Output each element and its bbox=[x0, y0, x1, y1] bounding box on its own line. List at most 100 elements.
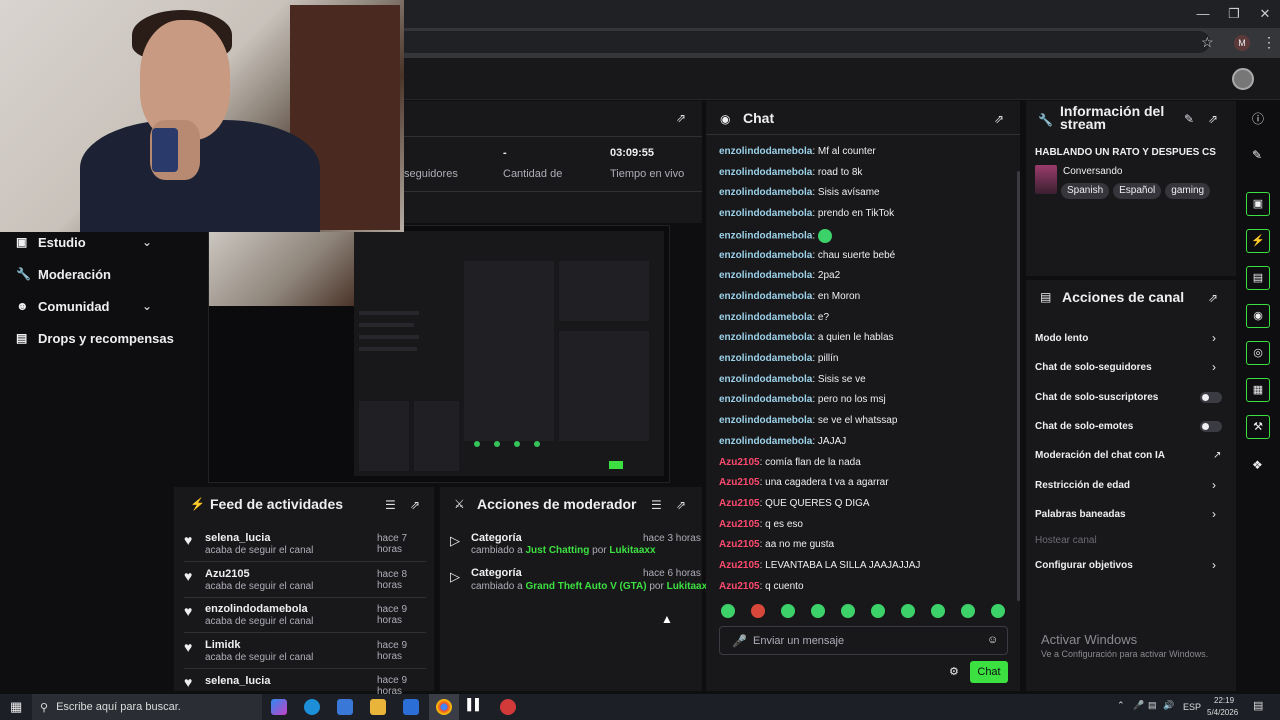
action-banned-words[interactable]: Palabras baneadas bbox=[1035, 509, 1126, 520]
feed-user[interactable]: enzolindodamebola bbox=[205, 603, 308, 615]
settings-gear-icon[interactable]: ⚙ bbox=[949, 665, 959, 678]
popout-icon[interactable]: ⇗ bbox=[676, 498, 686, 512]
chevron-down-icon[interactable]: ⌄ bbox=[142, 299, 152, 313]
edit-pencil-icon[interactable]: ✎ bbox=[1184, 112, 1194, 126]
edge-browser-icon[interactable] bbox=[304, 699, 320, 715]
chat-username[interactable]: enzolindodamebola bbox=[719, 374, 812, 385]
action-slow-mode[interactable]: Modo lento bbox=[1035, 333, 1088, 344]
category-name[interactable]: Conversando bbox=[1063, 166, 1122, 177]
popout-icon[interactable]: ⇗ bbox=[994, 112, 1004, 126]
nav-item-estudio[interactable]: ▣ Estudio bbox=[16, 230, 86, 254]
category-link[interactable]: Just Chatting bbox=[525, 545, 589, 556]
minimize-button[interactable]: — bbox=[1188, 4, 1218, 24]
action-age-restriction[interactable]: Restricción de edad bbox=[1035, 480, 1130, 491]
quick-emote-icon[interactable] bbox=[811, 604, 825, 618]
nav-item-drops[interactable]: ▤ Drops y recompensas bbox=[16, 326, 174, 350]
action-emote-only[interactable]: Chat de solo-emotes bbox=[1035, 421, 1133, 432]
chat-input[interactable]: 🎤 Enviar un mensaje ☺ bbox=[719, 626, 1008, 655]
feed-user[interactable]: Limidk bbox=[205, 639, 240, 651]
tag[interactable]: Spanish bbox=[1061, 183, 1110, 199]
extensions-icon[interactable]: ❖ bbox=[1252, 458, 1263, 472]
popout-icon[interactable]: ⇗ bbox=[1208, 291, 1218, 305]
chat-username[interactable]: enzolindodamebola bbox=[719, 146, 812, 157]
chat-username[interactable]: enzolindodamebola bbox=[719, 394, 812, 405]
chat-username[interactable]: Azu2105 bbox=[719, 498, 760, 509]
quick-emote-icon[interactable] bbox=[841, 604, 855, 618]
chat-send-button[interactable]: Chat bbox=[970, 661, 1008, 683]
chat-username[interactable]: enzolindodamebola bbox=[719, 208, 812, 219]
action-configure-goals[interactable]: Configurar objetivos bbox=[1035, 560, 1133, 571]
info-icon[interactable]: ⓘ bbox=[1252, 110, 1264, 127]
chat-username[interactable]: Azu2105 bbox=[719, 539, 760, 550]
chevron-right-icon[interactable]: › bbox=[1212, 507, 1216, 521]
quick-emote-icon[interactable] bbox=[751, 604, 765, 618]
tray-chevron-icon[interactable]: ⌃ bbox=[1117, 700, 1125, 711]
audio-app-icon[interactable]: ▌▌ bbox=[467, 699, 483, 715]
chat-username[interactable]: enzolindodamebola bbox=[719, 312, 812, 323]
chat-username[interactable]: enzolindodamebola bbox=[719, 436, 812, 447]
chat-username[interactable]: enzolindodamebola bbox=[719, 230, 812, 241]
tray-time[interactable]: 22:19 bbox=[1214, 696, 1234, 705]
file-explorer-icon[interactable] bbox=[370, 699, 386, 715]
chat-username[interactable]: Azu2105 bbox=[719, 457, 760, 468]
address-bar[interactable] bbox=[330, 31, 1210, 53]
close-window-button[interactable]: ✕ bbox=[1250, 4, 1280, 24]
category-boxart[interactable] bbox=[1035, 165, 1057, 194]
taskbar-search[interactable]: ⚲ Escribe aquí para buscar. bbox=[32, 694, 262, 720]
quick-emote-icon[interactable] bbox=[991, 604, 1005, 618]
emote-picker-icon[interactable]: ☺ bbox=[987, 634, 998, 646]
popout-icon[interactable]: ⇗ bbox=[676, 111, 686, 125]
chat-username[interactable]: enzolindodamebola bbox=[719, 291, 812, 302]
rail-button-layout[interactable]: ▦ bbox=[1246, 378, 1270, 402]
chevron-right-icon[interactable]: › bbox=[1212, 360, 1216, 374]
chat-username[interactable]: enzolindodamebola bbox=[719, 187, 812, 198]
rail-button-chat[interactable]: ◉ bbox=[1246, 304, 1270, 328]
chat-username[interactable]: Azu2105 bbox=[719, 560, 760, 571]
stream-preview[interactable] bbox=[208, 225, 670, 483]
copilot-icon[interactable] bbox=[271, 699, 287, 715]
filter-icon[interactable]: ☰ bbox=[651, 498, 662, 512]
chat-username[interactable]: enzolindodamebola bbox=[719, 250, 812, 261]
tray-network-icon[interactable]: ▤ bbox=[1148, 700, 1157, 711]
feed-user[interactable]: Azu2105 bbox=[205, 568, 250, 580]
feed-user[interactable]: selena_lucia bbox=[205, 675, 270, 687]
quick-emote-icon[interactable] bbox=[781, 604, 795, 618]
chat-username[interactable]: enzolindodamebola bbox=[719, 167, 812, 178]
nav-item-comunidad[interactable]: ☻ Comunidad bbox=[16, 294, 110, 318]
filter-icon[interactable]: ☰ bbox=[385, 498, 396, 512]
bookmark-star-icon[interactable]: ☆ bbox=[1201, 34, 1214, 51]
feed-user[interactable]: selena_lucia bbox=[205, 532, 270, 544]
tray-date[interactable]: 5/4/2026 bbox=[1207, 708, 1238, 717]
rail-button-tools[interactable]: ⚒ bbox=[1246, 415, 1270, 439]
tray-mic-icon[interactable]: 🎤 bbox=[1133, 700, 1144, 711]
chrome-icon[interactable] bbox=[436, 699, 452, 715]
tag[interactable]: gaming bbox=[1165, 183, 1211, 199]
action-followers-only[interactable]: Chat de solo-seguidores bbox=[1035, 362, 1152, 373]
quick-emote-icon[interactable] bbox=[721, 604, 735, 618]
rail-button-activity[interactable]: ⚡ bbox=[1246, 229, 1270, 253]
quick-emote-icon[interactable] bbox=[961, 604, 975, 618]
chevron-right-icon[interactable]: › bbox=[1212, 558, 1216, 572]
tray-language[interactable]: ESP bbox=[1183, 702, 1201, 712]
action-subs-only[interactable]: Chat de solo-suscriptores bbox=[1035, 392, 1158, 403]
popout-icon[interactable]: ⇗ bbox=[1208, 112, 1218, 126]
rail-button-notes[interactable]: ▤ bbox=[1246, 266, 1270, 290]
quick-emote-icon[interactable] bbox=[901, 604, 915, 618]
microphone-icon[interactable]: 🎤 bbox=[732, 634, 747, 648]
obs-icon[interactable] bbox=[500, 699, 516, 715]
chevron-right-icon[interactable]: › bbox=[1212, 331, 1216, 345]
emote-only-toggle[interactable] bbox=[1200, 421, 1222, 432]
windows-start-icon[interactable]: ▦ bbox=[10, 699, 22, 715]
chat-username[interactable]: enzolindodamebola bbox=[719, 415, 812, 426]
chat-username[interactable]: enzolindodamebola bbox=[719, 332, 812, 343]
chevron-right-icon[interactable]: › bbox=[1212, 478, 1216, 492]
store-icon[interactable] bbox=[337, 699, 353, 715]
notification-icon[interactable]: ▤ bbox=[1253, 699, 1263, 712]
chevron-down-icon[interactable]: ⌄ bbox=[142, 235, 152, 249]
action-ai-moderation[interactable]: Moderación del chat con IA bbox=[1035, 450, 1165, 461]
quick-emote-icon[interactable] bbox=[931, 604, 945, 618]
rail-button-clip[interactable]: ▣ bbox=[1246, 192, 1270, 216]
chat-username[interactable]: Azu2105 bbox=[719, 519, 760, 530]
popout-icon[interactable]: ⇗ bbox=[410, 498, 420, 512]
restore-button[interactable]: ❐ bbox=[1219, 4, 1249, 24]
